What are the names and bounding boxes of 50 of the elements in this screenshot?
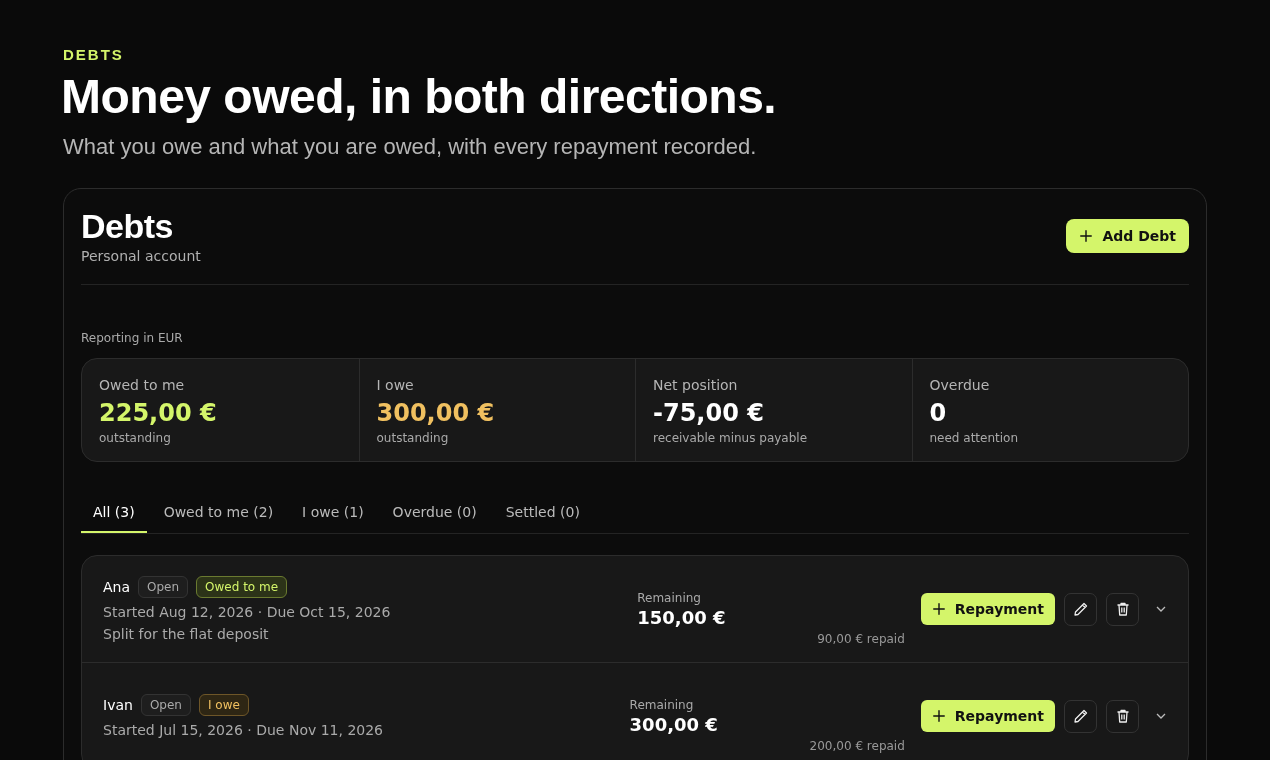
eyebrow-label: DEBTS bbox=[63, 46, 125, 63]
filter-tab[interactable]: Settled (0) bbox=[493, 492, 592, 533]
stat-note: outstanding bbox=[99, 431, 172, 445]
page-headline: Money owed, in both directions. bbox=[61, 69, 778, 124]
stat-label: Overdue bbox=[929, 377, 991, 393]
debt-dates: Started Jul 15, 2026 · Due Nov 11, 2026 bbox=[103, 722, 385, 738]
direction-tag: Owed to me bbox=[196, 576, 288, 598]
edit-button[interactable] bbox=[1064, 699, 1097, 733]
filter-tab[interactable]: Owed to me (2) bbox=[151, 492, 286, 533]
stat-label: Owed to me bbox=[99, 377, 186, 393]
plus-icon bbox=[1079, 228, 1094, 243]
account-label: Personal account bbox=[81, 248, 201, 264]
direction-tag: I owe bbox=[198, 694, 249, 716]
reporting-label: Reporting in EUR bbox=[81, 331, 184, 345]
stat-value: 300,00 € bbox=[376, 399, 496, 427]
remaining-label: Remaining bbox=[629, 697, 695, 712]
repaid-amount: 200,00 € repaid bbox=[809, 739, 905, 753]
debtor-name: Ivan bbox=[103, 697, 133, 713]
debt-note: Split for the flat deposit bbox=[103, 626, 270, 642]
plus-icon bbox=[931, 709, 946, 723]
add-debt-button[interactable]: Add Debt bbox=[1066, 218, 1189, 253]
stat-label: Net position bbox=[653, 377, 739, 393]
debtor-name: Ana bbox=[103, 579, 131, 595]
repaid-amount: 90,00 € repaid bbox=[817, 632, 905, 646]
edit-button[interactable] bbox=[1064, 592, 1097, 626]
stat-note: outstanding bbox=[376, 431, 450, 445]
stat-label: I owe bbox=[376, 377, 415, 393]
stat-value: 0 bbox=[929, 399, 948, 427]
stat-note: receivable minus payable bbox=[653, 431, 809, 445]
status-tag: Open bbox=[140, 694, 191, 716]
pencil-icon bbox=[1072, 601, 1089, 617]
status-tag: Open bbox=[138, 576, 189, 598]
filter-tab[interactable]: I owe (1) bbox=[290, 492, 376, 533]
stat-note: need attention bbox=[929, 431, 1020, 445]
delete-button[interactable] bbox=[1106, 592, 1139, 626]
debt-dates: Started Aug 12, 2026 · Due Oct 15, 2026 bbox=[103, 604, 392, 620]
repayment-button[interactable]: Repayment bbox=[920, 593, 1055, 625]
remaining-amount: 150,00 € bbox=[637, 606, 727, 628]
stat-value: -75,00 € bbox=[653, 399, 765, 427]
remaining-amount: 300,00 € bbox=[629, 713, 719, 735]
pencil-icon bbox=[1072, 708, 1089, 724]
repayment-button[interactable]: Repayment bbox=[920, 700, 1055, 732]
filter-tab[interactable]: Overdue (0) bbox=[380, 492, 489, 533]
delete-button[interactable] bbox=[1106, 699, 1139, 733]
remaining-label: Remaining bbox=[637, 590, 702, 605]
page-subtitle: What you owe and what you are owed, with every repayment recorded. bbox=[63, 134, 758, 160]
card-title: Debts bbox=[81, 207, 174, 246]
filter-tab[interactable]: All (3) bbox=[81, 492, 147, 533]
plus-icon bbox=[931, 602, 946, 616]
stat-value: 225,00 € bbox=[99, 399, 218, 427]
